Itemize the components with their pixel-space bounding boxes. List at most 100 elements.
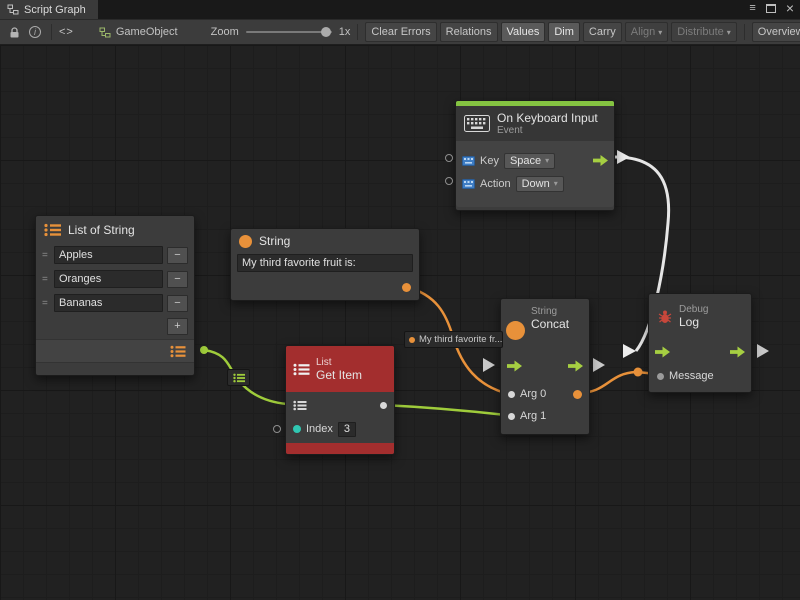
distribute-dropdown[interactable]: Distribute▾ xyxy=(671,22,736,42)
log-flow-out-arrowhead[interactable] xyxy=(757,344,769,358)
window-menu-icon[interactable]: ≡ xyxy=(749,2,755,14)
flow-wire-start-arrowhead xyxy=(617,150,630,164)
key-dropdown[interactable]: Space ▾ xyxy=(504,153,555,169)
action-value-port[interactable] xyxy=(445,177,453,185)
node-header: List Get Item xyxy=(286,346,394,392)
code-view-icon[interactable]: <> xyxy=(59,26,74,38)
concat-flow-in-arrowhead[interactable] xyxy=(483,358,495,372)
flow-output-port[interactable] xyxy=(593,155,608,167)
index-row: Index 3 xyxy=(286,418,394,440)
node-string-literal[interactable]: String My third favorite fruit is: xyxy=(230,228,420,301)
values-toggle[interactable]: Values xyxy=(501,22,546,42)
flow-wire-end-arrowhead xyxy=(623,344,636,358)
node-header: List of String xyxy=(36,216,194,244)
node-debug-log[interactable]: Debug Log Message xyxy=(648,293,752,393)
flow-output-port[interactable] xyxy=(568,360,583,372)
flow-row xyxy=(649,339,751,365)
string-type-icon xyxy=(506,321,525,340)
flow-output-port[interactable] xyxy=(730,346,745,358)
chevron-down-icon: ▾ xyxy=(554,179,558,188)
wire-concat-output-dot[interactable] xyxy=(634,368,643,377)
chevron-down-icon: ▾ xyxy=(545,156,549,165)
toolbar-separator xyxy=(744,24,745,40)
string-value-field[interactable]: My third favorite fruit is: xyxy=(237,254,413,272)
close-icon[interactable]: × xyxy=(786,3,794,14)
node-category: String xyxy=(531,306,583,317)
drag-handle-icon[interactable]: = xyxy=(42,298,50,309)
remove-item-button[interactable]: − xyxy=(167,271,188,288)
arg0-label: Arg 0 xyxy=(520,388,546,400)
list-value-icon xyxy=(233,373,245,383)
string-output-port[interactable] xyxy=(402,283,411,292)
index-input-port[interactable] xyxy=(293,425,301,433)
dim-toggle[interactable]: Dim xyxy=(548,22,580,42)
arg1-input-port[interactable] xyxy=(508,413,515,420)
graph-canvas[interactable]: On Keyboard Input Event Key Space ▾ xyxy=(0,45,800,600)
list-item-field[interactable]: Apples xyxy=(54,246,163,264)
list-input-icon[interactable] xyxy=(293,400,307,411)
list-item-field[interactable]: Oranges xyxy=(54,270,163,288)
list-icon xyxy=(44,223,62,237)
arg1-label: Arg 1 xyxy=(520,410,546,422)
align-dropdown[interactable]: Align▾ xyxy=(625,22,668,42)
tab-script-graph[interactable]: Script Graph xyxy=(0,0,98,19)
zoom-slider-knob[interactable] xyxy=(321,27,331,37)
result-output-port[interactable] xyxy=(573,390,582,399)
wire-value-text: My third favorite fr... xyxy=(419,334,502,345)
node-title: Get Item xyxy=(316,368,362,382)
zoom-slider[interactable] xyxy=(246,31,332,33)
node-title: On Keyboard Input xyxy=(497,111,598,125)
arg0-input-port[interactable] xyxy=(508,391,515,398)
action-dropdown[interactable]: Down ▾ xyxy=(516,176,564,192)
key-input-icon xyxy=(462,156,475,166)
item-output-port[interactable] xyxy=(380,402,387,409)
overview-button[interactable]: Overview xyxy=(752,22,800,42)
clear-errors-button[interactable]: Clear Errors xyxy=(365,22,436,42)
concat-flow-out-arrowhead[interactable] xyxy=(593,358,605,372)
list-item-field[interactable]: Bananas xyxy=(54,294,163,312)
node-on-keyboard-input[interactable]: On Keyboard Input Event Key Space ▾ xyxy=(455,100,615,211)
node-title: String xyxy=(259,234,290,248)
maximize-icon[interactable] xyxy=(766,4,776,13)
remove-item-button[interactable]: − xyxy=(167,247,188,264)
node-list-of-string[interactable]: List of String = Apples − = Oranges − = … xyxy=(35,215,195,376)
keyboard-icon xyxy=(464,115,490,132)
toolbar-separator xyxy=(51,24,52,40)
wire-value-badge: My third favorite fr... xyxy=(404,331,503,348)
index-value-port[interactable] xyxy=(273,425,281,433)
drag-handle-icon[interactable]: = xyxy=(42,274,50,285)
flow-input-port[interactable] xyxy=(655,346,670,358)
wire-getitem-to-concat[interactable] xyxy=(383,405,506,415)
flow-input-port[interactable] xyxy=(507,360,522,372)
node-category: Debug xyxy=(679,304,708,315)
list-item-row: = Apples − xyxy=(42,244,188,266)
toolbar-separator xyxy=(357,24,358,40)
info-icon[interactable]: i xyxy=(26,23,44,41)
message-input-port[interactable] xyxy=(657,373,664,380)
gameobject-icon xyxy=(99,27,111,38)
node-category: List xyxy=(316,357,362,368)
action-label: Action xyxy=(480,178,511,190)
list-output-icon[interactable] xyxy=(170,345,186,358)
chevron-down-icon: ▾ xyxy=(658,28,662,37)
wire-list-output-dot[interactable] xyxy=(200,346,208,354)
graph-target[interactable]: GameObject xyxy=(99,26,178,38)
relations-toggle[interactable]: Relations xyxy=(440,22,498,42)
node-subtitle: Event xyxy=(497,125,598,136)
index-value-field[interactable]: 3 xyxy=(338,422,356,437)
list-icon xyxy=(293,363,310,376)
node-header: Debug Log xyxy=(649,294,751,339)
drag-handle-icon[interactable]: = xyxy=(42,250,50,261)
list-output-row xyxy=(36,339,194,363)
add-item-button[interactable]: + xyxy=(167,318,188,335)
message-row: Message xyxy=(649,365,751,387)
remove-item-button[interactable]: − xyxy=(167,295,188,312)
zoom-value: 1x xyxy=(339,26,351,38)
lock-icon[interactable] xyxy=(5,23,23,41)
graph-toolbar: i <> GameObject Zoom 1x Clear Errors Rel… xyxy=(0,19,800,45)
carry-toggle[interactable]: Carry xyxy=(583,22,622,42)
key-value-port[interactable] xyxy=(445,154,453,162)
node-concat[interactable]: String Concat Arg 0 Arg 1 xyxy=(500,298,590,435)
wire-list-badge xyxy=(227,369,250,386)
node-get-item[interactable]: List Get Item Index 3 xyxy=(285,345,395,455)
